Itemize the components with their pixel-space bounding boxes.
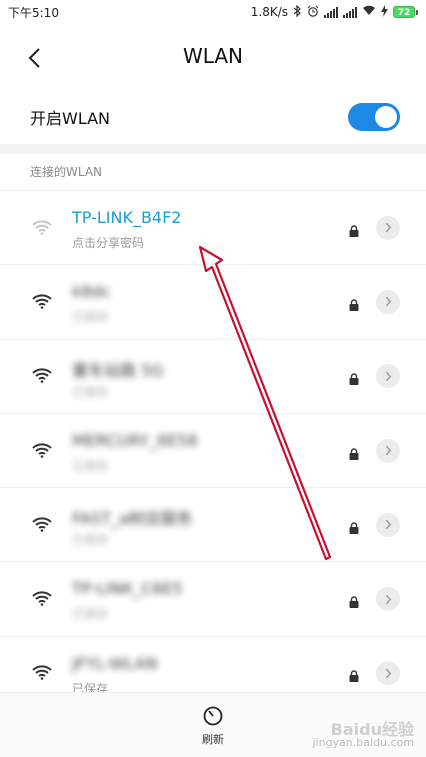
network-details-button[interactable] [376, 512, 400, 537]
page-title: WLAN [182, 44, 244, 68]
network-name: TP-LINK_B4F2 [72, 208, 182, 227]
lock-icon [349, 445, 359, 460]
lock-icon [349, 667, 359, 683]
battery-icon: 72 [393, 6, 418, 18]
bottom-bar: 刷新 Baidu经验 jingyan.baidu.com [0, 692, 426, 757]
network-name: k8dc [72, 282, 111, 302]
network-status: 点击分享密码 [72, 236, 145, 250]
network-list: TP-LINK_B4F2 点击分享密码 k8dc 已保存 董车站路 5G 已保存… [0, 190, 426, 710]
lock-icon [349, 593, 359, 609]
wifi-signal-icon [32, 293, 52, 309]
network-name: 董车站路 5G [72, 360, 164, 380]
status-bar: 下午5:10 1.8K/s 72 [0, 0, 426, 24]
alarm-icon [307, 5, 319, 20]
cell-signal-2-icon [343, 6, 357, 18]
chevron-right-icon [385, 594, 392, 605]
network-status: 已保存 [72, 607, 109, 622]
network-name: MERCURY_6E58 [72, 430, 198, 450]
network-row[interactable]: TP-LINK_B4F2 点击分享密码 [0, 190, 426, 264]
watermark-url: jingyan.baidu.com [312, 736, 414, 749]
watermark: Baidu经验 jingyan.baidu.com [312, 720, 414, 750]
cell-signal-icon [324, 6, 338, 18]
wifi-signal-icon [32, 664, 52, 681]
lock-icon [349, 370, 359, 386]
lock-icon [349, 222, 359, 237]
wifi-signal-icon [32, 442, 52, 458]
refresh-icon [203, 706, 223, 726]
network-details-button[interactable] [376, 364, 400, 389]
network-row[interactable]: k8dc 已保存 [0, 264, 426, 338]
watermark-title: Baidu经验 [330, 720, 414, 739]
lock-icon [349, 519, 359, 534]
net-speed: 1.8K/s [250, 5, 288, 19]
battery-level: 72 [393, 6, 415, 18]
wlan-toggle-row: 开启WLAN [0, 90, 426, 144]
section-divider [0, 144, 426, 154]
chevron-right-icon [385, 296, 392, 307]
network-details-button[interactable] [376, 438, 400, 463]
network-details-button[interactable] [376, 289, 400, 314]
header: WLAN [0, 24, 426, 90]
bluetooth-icon [293, 4, 302, 20]
wifi-signal-icon [32, 367, 52, 384]
wlan-toggle-switch[interactable] [348, 103, 400, 131]
chevron-right-icon [385, 445, 392, 456]
network-name: JFYL-WLAN [72, 653, 158, 673]
wifi-status-icon [362, 5, 376, 19]
network-details-button[interactable] [376, 661, 400, 686]
network-name: TP-LINK_C6E5 [72, 579, 183, 599]
network-name: FAST_a树店服务 [72, 509, 193, 529]
wlan-toggle-label: 开启WLAN [30, 109, 111, 128]
chevron-right-icon [385, 519, 392, 530]
refresh-label: 刷新 [202, 733, 224, 746]
chevron-right-icon [385, 371, 392, 382]
status-time: 下午5:10 [8, 5, 59, 20]
chevron-right-icon [385, 222, 392, 233]
network-row[interactable]: 董车站路 5G 已保存 [0, 338, 426, 413]
network-status: 已保存 [72, 533, 109, 548]
network-details-button[interactable] [376, 587, 400, 612]
refresh-button[interactable]: 刷新 [193, 705, 233, 747]
network-row[interactable]: TP-LINK_C6E5 已保存 [0, 561, 426, 635]
network-status: 已保存 [72, 310, 109, 325]
section-title: 连接的WLAN [30, 165, 103, 179]
wifi-signal-icon [32, 516, 52, 532]
network-details-button[interactable] [376, 215, 400, 240]
wifi-signal-icon [32, 590, 52, 606]
network-row[interactable]: FAST_a树店服务 已保存 [0, 487, 426, 561]
chevron-right-icon [385, 668, 392, 679]
wifi-signal-icon [32, 219, 52, 235]
lock-icon [349, 296, 359, 311]
network-status: 已保存 [72, 384, 109, 399]
network-row[interactable]: MERCURY_6E58 已保存 [0, 412, 426, 487]
network-status: 已保存 [72, 458, 109, 473]
status-icons: 1.8K/s 72 [250, 4, 418, 20]
switch-knob [375, 106, 397, 128]
charging-icon [381, 4, 388, 20]
